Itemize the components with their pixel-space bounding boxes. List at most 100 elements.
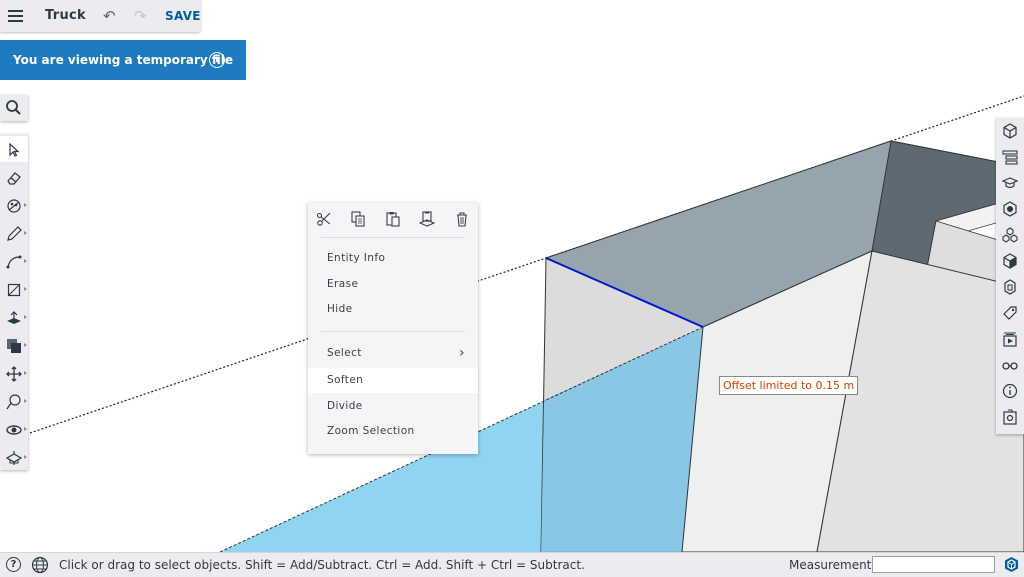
left-toolbar [0, 134, 28, 470]
search-icon [6, 100, 21, 115]
offset-icon [7, 339, 21, 353]
chevron-right-icon: › [459, 345, 465, 361]
document-title: Truck [45, 8, 86, 23]
components-icon [1002, 227, 1018, 243]
menu-item-label: Soften [327, 374, 364, 386]
scenes-icon [1003, 332, 1017, 347]
context-menu: Entity Info Erase Hide Select › Soften Di… [308, 203, 478, 454]
right-panel-toolbar [996, 118, 1024, 434]
materials-panel[interactable] [996, 196, 1024, 222]
glasses-icon [1002, 362, 1018, 370]
top-bar: Truck ↶ ↷ SAVE [0, 0, 201, 32]
offset-tooltip: Offset limited to 0.15 m [719, 376, 859, 395]
paint-tool[interactable] [0, 192, 28, 218]
submenu-arrow-icon [24, 427, 27, 431]
orbit-tool[interactable] [0, 416, 28, 442]
copy-icon[interactable] [350, 211, 366, 227]
scissors-icon[interactable] [316, 211, 332, 227]
paste-icon[interactable] [385, 211, 401, 227]
menu-item-erase[interactable]: Erase [308, 272, 478, 297]
menu-item-label: Entity Info [327, 252, 386, 264]
materials-icon [1003, 201, 1017, 217]
rectangle-icon [7, 283, 21, 297]
status-message: Click or drag to select objects. Shift =… [59, 558, 585, 572]
arc-tool[interactable] [0, 248, 28, 274]
submenu-arrow-icon [24, 455, 27, 459]
submenu-arrow-icon [24, 399, 27, 403]
menu-item-hide[interactable]: Hide [308, 297, 478, 322]
menu-item-soften[interactable]: Soften [308, 368, 478, 393]
menu-icon[interactable] [6, 0, 26, 32]
move-icon [6, 366, 22, 382]
menu-item-label: Select [327, 347, 362, 359]
display-panel[interactable] [996, 352, 1024, 378]
info-icon[interactable]: i [209, 52, 225, 68]
tape-measure-tool[interactable] [0, 388, 28, 414]
sketchup-logo-icon [1005, 557, 1018, 572]
info-icon [1002, 383, 1018, 399]
styles-cube-icon [1003, 253, 1017, 269]
cube-info-icon [1003, 123, 1017, 139]
paste-in-place-icon[interactable] [419, 211, 435, 227]
save-button[interactable]: SAVE [165, 0, 201, 32]
tape-measure-icon [6, 394, 21, 410]
instructor-panel[interactable] [996, 170, 1024, 196]
submenu-arrow-icon [24, 287, 27, 291]
arc-icon [6, 255, 22, 269]
globe-icon[interactable] [31, 556, 49, 574]
push-pull-icon [7, 311, 21, 324]
submenu-arrow-icon [24, 343, 27, 347]
menu-item-label: Hide [327, 303, 353, 315]
move-tool[interactable] [0, 360, 28, 386]
menu-item-zoom-selection[interactable]: Zoom Selection [308, 419, 478, 444]
menu-separator [321, 331, 465, 332]
status-bar: ? Click or drag to select objects. Shift… [0, 552, 1024, 577]
outliner-panel[interactable] [996, 144, 1024, 170]
search-button[interactable] [0, 95, 28, 121]
model-info-panel[interactable] [996, 378, 1024, 404]
eraser-icon [7, 172, 21, 185]
extension-icon [1003, 409, 1017, 425]
model-viewport[interactable] [0, 0, 1024, 552]
menu-item-divide[interactable]: Divide [308, 394, 478, 419]
styles-panel[interactable] [996, 248, 1024, 274]
components-panel[interactable] [996, 222, 1024, 248]
menu-separator [321, 237, 465, 238]
redo-icon[interactable]: ↷ [134, 0, 147, 32]
line-tool[interactable] [0, 220, 28, 246]
paint-bucket-icon [7, 199, 21, 213]
solid-icon [1004, 279, 1016, 295]
pencil-icon [7, 226, 22, 241]
menu-item-label: Zoom Selection [327, 425, 415, 437]
trash-icon[interactable] [454, 211, 470, 227]
entity-info-panel[interactable] [996, 118, 1024, 144]
menu-item-label: Divide [327, 400, 363, 412]
section-plane-tool[interactable] [0, 444, 28, 470]
eraser-tool[interactable] [0, 164, 28, 190]
undo-icon[interactable]: ↶ [103, 0, 116, 32]
submenu-arrow-icon [24, 259, 27, 263]
offset-tool[interactable] [0, 332, 28, 358]
select-tool[interactable] [0, 136, 28, 162]
menu-item-select[interactable]: Select › [308, 341, 478, 366]
tags-panel[interactable] [996, 300, 1024, 326]
menu-item-label: Erase [327, 278, 359, 290]
solid-inspector-panel[interactable] [996, 274, 1024, 300]
measurements-input[interactable] [872, 556, 995, 573]
arrow-cursor-icon [9, 142, 20, 157]
measurements-label: Measurements [789, 558, 878, 572]
extensions-panel[interactable] [996, 404, 1024, 430]
scenes-panel[interactable] [996, 326, 1024, 352]
section-plane-icon [6, 451, 22, 465]
outliner-icon [1002, 150, 1018, 165]
temporary-file-banner: You are viewing a temporary file i [0, 40, 246, 80]
orbit-icon [6, 425, 22, 435]
push-pull-tool[interactable] [0, 304, 28, 330]
submenu-arrow-icon [24, 203, 27, 207]
help-icon[interactable]: ? [6, 557, 21, 572]
tag-icon [1003, 306, 1017, 320]
menu-item-entity-info[interactable]: Entity Info [308, 246, 478, 271]
rectangle-tool[interactable] [0, 276, 28, 302]
submenu-arrow-icon [24, 231, 27, 235]
graduation-cap-icon [1002, 177, 1018, 189]
